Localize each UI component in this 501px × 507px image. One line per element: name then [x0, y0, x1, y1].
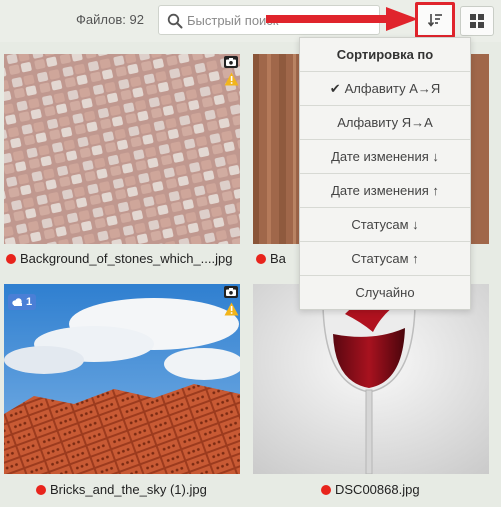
file-caption[interactable]: Ba: [256, 251, 286, 266]
file-name: Background_of_stones_which_....jpg: [20, 251, 233, 266]
file-caption[interactable]: DSC00868.jpg: [321, 482, 420, 497]
sort-option-label: Статусам ↓: [351, 217, 419, 232]
sort-option-label: Случайно: [355, 285, 415, 300]
sort-option-label: Алфавиту Я→А: [337, 115, 433, 130]
wine-glass-photo: [253, 284, 489, 474]
file-caption[interactable]: Bricks_and_the_sky (1).jpg: [36, 482, 207, 497]
sort-option-label: Статусам ↑: [351, 251, 419, 266]
file-name: Bricks_and_the_sky (1).jpg: [50, 482, 207, 497]
file-name: DSC00868.jpg: [335, 482, 420, 497]
search-icon: [167, 13, 183, 29]
status-dot: [321, 484, 331, 495]
file-count-label: Файлов: 92: [76, 12, 144, 27]
grid-icon: [470, 14, 484, 28]
camera-icon: [224, 286, 238, 298]
sort-dropdown-menu: Сортировка по ✔ Алфавиту А→Я Алфавиту Я→А…: [299, 37, 471, 310]
sort-option-date-asc[interactable]: Дате изменения ↑: [300, 174, 470, 208]
status-dot: [36, 484, 46, 495]
annotation-arrow-icon: [266, 7, 418, 31]
cloud-sync-badge: 1: [8, 294, 37, 310]
status-dot: [256, 253, 266, 264]
file-name: Ba: [270, 251, 286, 266]
sort-option-alpha-asc[interactable]: ✔ Алфавиту А→Я: [300, 72, 470, 106]
stones-photo: [4, 54, 240, 244]
file-caption[interactable]: Background_of_stones_which_....jpg: [6, 251, 232, 266]
sort-option-alpha-desc[interactable]: Алфавиту Я→А: [300, 106, 470, 140]
sort-button[interactable]: [415, 2, 455, 38]
sort-option-status-asc[interactable]: Статусам ↑: [300, 242, 470, 276]
sort-option-status-desc[interactable]: Статусам ↓: [300, 208, 470, 242]
check-icon: ✔: [329, 81, 341, 96]
sort-option-random[interactable]: Случайно: [300, 276, 470, 310]
warning-icon: [224, 302, 239, 316]
grid-view-button[interactable]: [460, 6, 494, 36]
cloud-icon: [12, 298, 22, 306]
sort-option-label: Дате изменения ↓: [331, 149, 439, 164]
file-thumbnail[interactable]: [253, 284, 489, 474]
file-thumbnail[interactable]: [4, 54, 240, 244]
bricks-sky-photo: [4, 284, 240, 474]
file-thumbnail[interactable]: 1: [4, 284, 240, 474]
toolbar: Файлов: 92: [0, 0, 501, 42]
status-dot: [6, 253, 16, 264]
sort-option-label: Дате изменения ↑: [331, 183, 439, 198]
cloud-count: 1: [26, 296, 33, 308]
warning-icon: [224, 72, 239, 86]
camera-icon: [224, 56, 238, 68]
sort-option-date-desc[interactable]: Дате изменения ↓: [300, 140, 470, 174]
sort-option-label: Алфавиту А→Я: [344, 81, 441, 96]
sort-icon: [427, 14, 442, 27]
sort-menu-title: Сортировка по: [300, 38, 470, 72]
